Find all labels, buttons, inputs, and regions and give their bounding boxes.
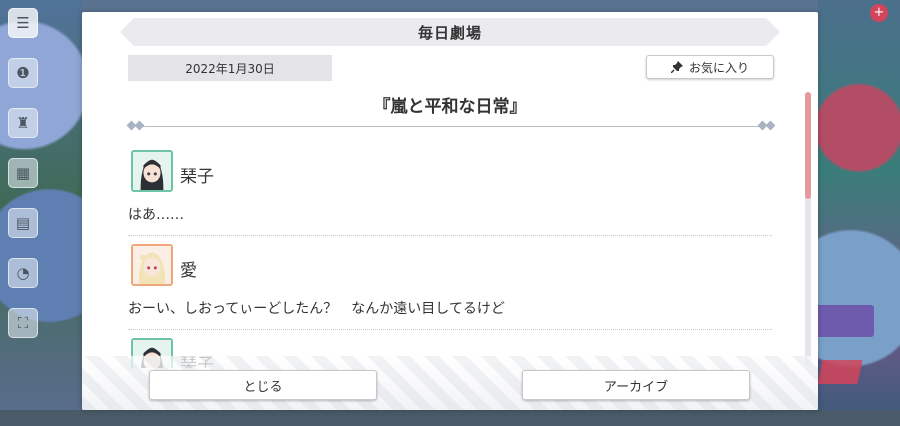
chat-icon[interactable]: ❶ (8, 58, 38, 88)
close-button[interactable]: とじる (149, 370, 377, 400)
dialog-title: 毎日劇場 (417, 23, 482, 42)
dialogue-text: はあ…… (128, 207, 184, 223)
scrollbar-thumb[interactable] (805, 92, 811, 199)
fullscreen-icon[interactable]: ⛶ (8, 308, 38, 338)
dialog-footer: とじる アーカイブ (82, 356, 818, 410)
date-label: 2022年1月30日 (128, 55, 332, 81)
archive-button[interactable]: アーカイブ (522, 370, 750, 400)
hamburger-menu-icon[interactable]: ☰ (8, 8, 38, 38)
dialogue-text: おーい、しおってぃーどしたん？ なんか遠い目してるけど (128, 301, 505, 317)
avatar-ai (131, 244, 173, 286)
background-bottom (0, 410, 900, 426)
message-icon[interactable]: ▤ (8, 208, 38, 238)
story-title: 『嵐と平和な日常』 (373, 97, 527, 117)
scrollbar[interactable] (805, 92, 811, 366)
shop-icon[interactable]: ♜ (8, 108, 38, 138)
favorite-label: お気に入り (688, 60, 749, 75)
left-side-menu: ☰ ❶ ♜ ▦ ▤ ◔ ⛶ (8, 8, 42, 358)
dialogue-list[interactable]: 琹子 はあ…… 愛 おーい、しおってぃーどしたん？ なんか遠い目してるけど (128, 142, 772, 368)
event-banner[interactable] (814, 305, 874, 337)
dialogue-entry: 琹子 はあ…… (128, 142, 772, 236)
add-icon[interactable]: + (870, 4, 888, 22)
watering-can-icon[interactable]: ◔ (8, 258, 38, 288)
daily-theater-dialog: 毎日劇場 2022年1月30日 お気に入り 『嵐と平和な日常』 琹子 はあ…… … (82, 12, 818, 410)
speaker-name: 琹子 (180, 167, 214, 187)
speaker-name: 愛 (180, 261, 197, 281)
dialogue-entry: 愛 おーい、しおってぃーどしたん？ なんか遠い目してるけど (128, 236, 772, 330)
gift-icon[interactable]: ▦ (8, 158, 38, 188)
dialog-title-bar: 毎日劇場 (120, 18, 780, 46)
avatar-shizuko (131, 150, 173, 192)
pin-icon (670, 61, 683, 73)
event-tag[interactable] (817, 360, 863, 384)
title-divider (126, 120, 776, 131)
favorite-button[interactable]: お気に入り (646, 55, 774, 79)
